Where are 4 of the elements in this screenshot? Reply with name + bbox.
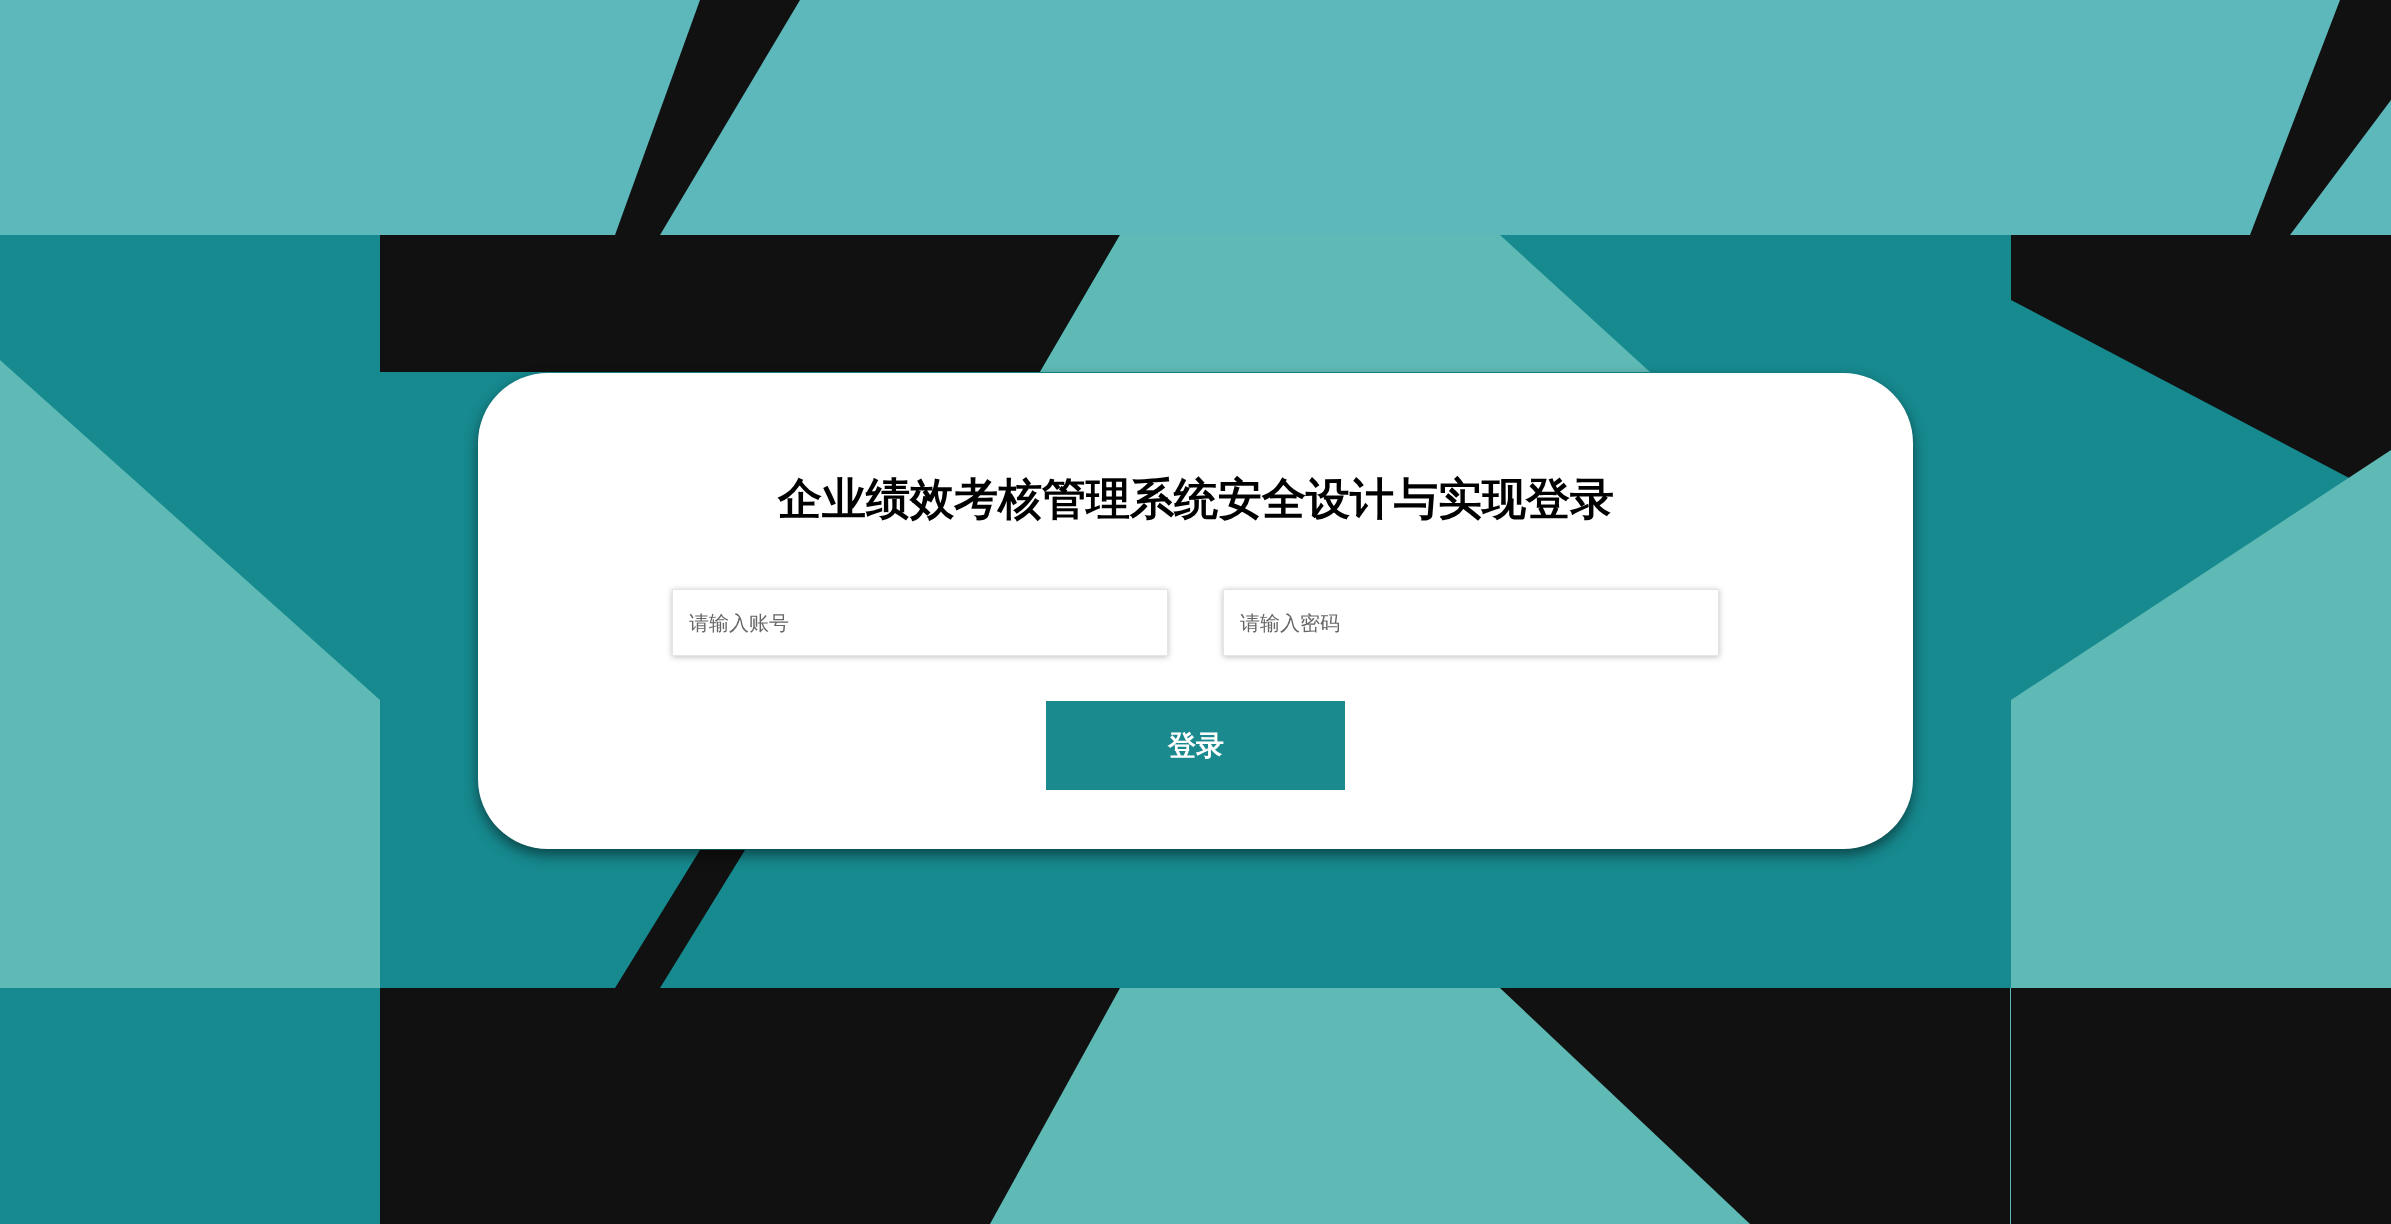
account-field[interactable]: 请输入账号	[672, 589, 1168, 656]
password-field[interactable]: 请输入密码	[1223, 589, 1719, 656]
login-button[interactable]: 登录	[1046, 701, 1345, 790]
login-title: 企业绩效考核管理系统安全设计与实现登录	[777, 472, 1614, 526]
